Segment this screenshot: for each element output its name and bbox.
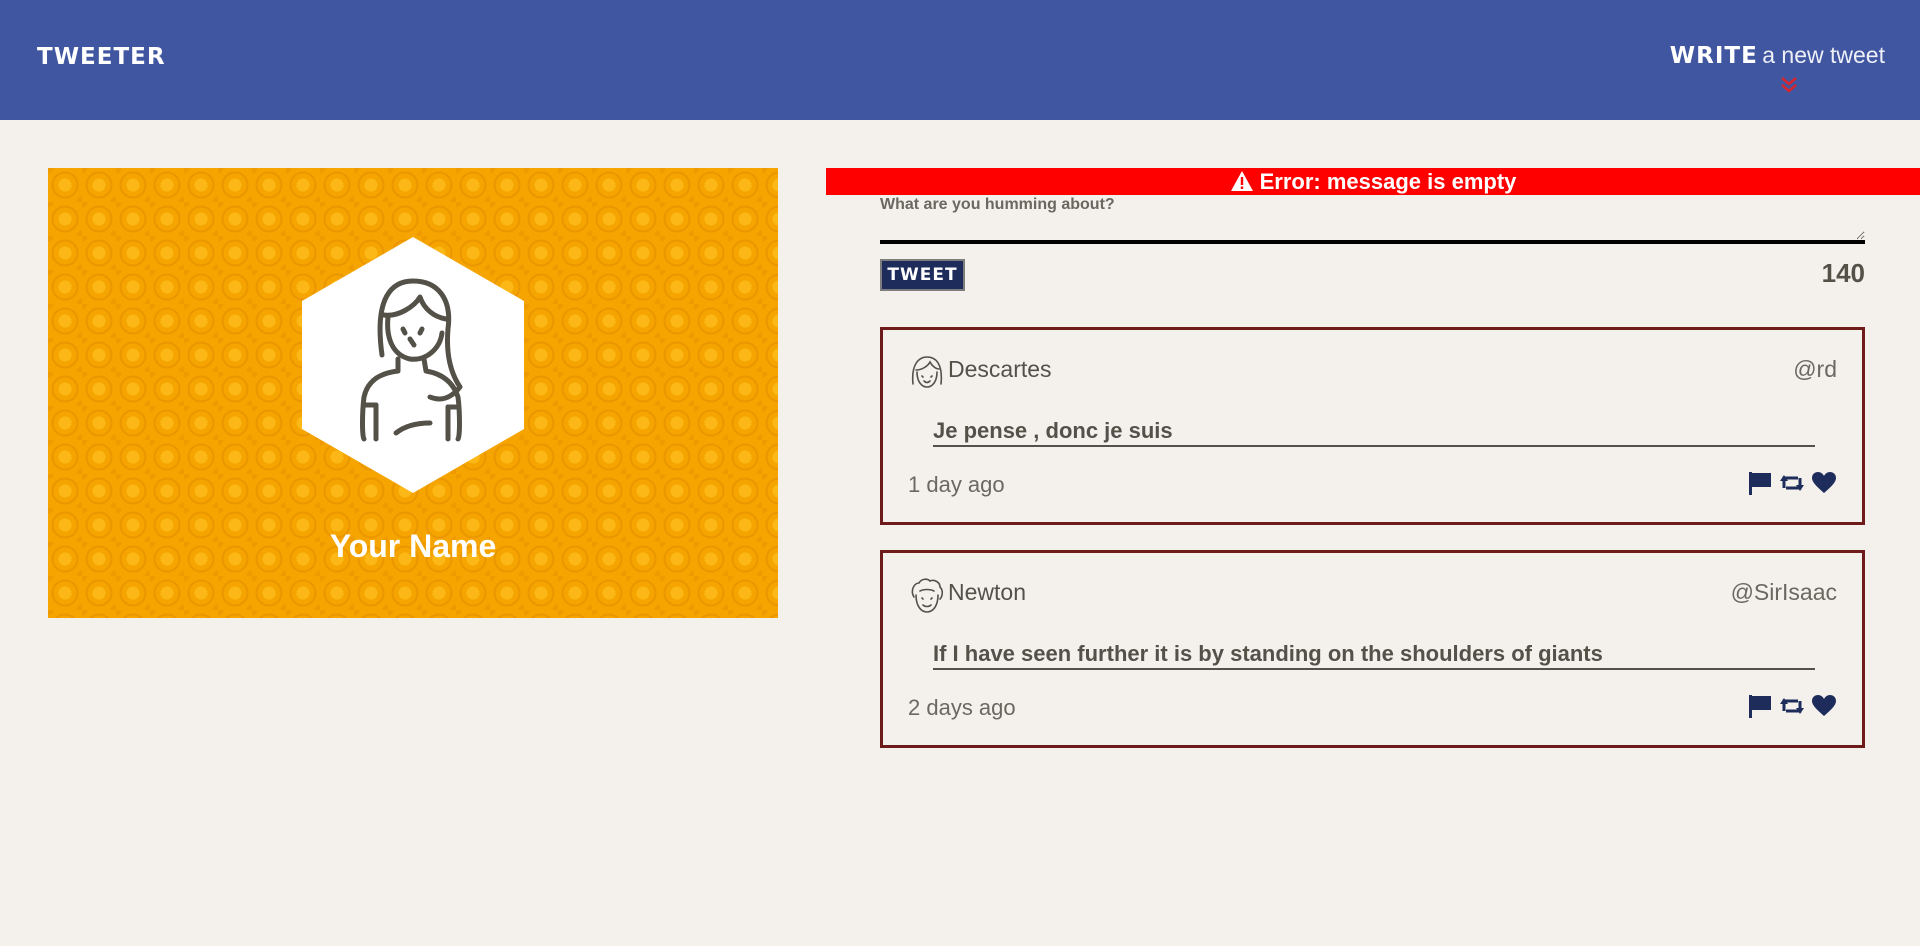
tweet-author: Newton bbox=[948, 579, 1026, 605]
retweet-icon[interactable] bbox=[1779, 693, 1805, 719]
tweet-handle: @SirIsaac bbox=[1730, 579, 1837, 605]
tweet-card: Descartes @rd Je pense , donc je suis 1 … bbox=[880, 327, 1865, 525]
tweet-button[interactable]: TWEET bbox=[880, 259, 965, 291]
double-chevron-down-icon[interactable] bbox=[1670, 76, 1885, 99]
warning-icon bbox=[1230, 171, 1253, 191]
tweet-card: Newton @SirIsaac If I have seen further … bbox=[880, 550, 1865, 748]
character-counter: 140 bbox=[1821, 258, 1865, 288]
tweet-content: Je pense , donc je suis bbox=[933, 418, 1815, 447]
tweet-actions bbox=[1747, 693, 1837, 719]
tweet-handle: @rd bbox=[1793, 356, 1837, 382]
error-message: Error: message is empty bbox=[1259, 169, 1517, 194]
tweet-compose-input[interactable] bbox=[880, 196, 1865, 244]
tweet-content: If I have seen further it is by standing… bbox=[933, 641, 1815, 670]
woman-avatar-icon bbox=[302, 237, 524, 493]
profile-name: Your Name bbox=[329, 528, 497, 564]
heart-icon[interactable] bbox=[1811, 693, 1837, 719]
heart-icon[interactable] bbox=[1811, 470, 1837, 496]
flag-icon[interactable] bbox=[1747, 693, 1773, 719]
tweet-actions bbox=[1747, 470, 1837, 496]
error-banner: Error: message is empty bbox=[826, 168, 1920, 195]
curly-hair-avatar-icon bbox=[911, 578, 944, 613]
write-label: WRITE bbox=[1669, 43, 1758, 69]
tweet-timestamp: 1 day ago bbox=[908, 472, 1005, 497]
new-tweet-label: a new tweet bbox=[1762, 42, 1885, 68]
tweet-author: Descartes bbox=[948, 356, 1052, 382]
retweet-icon[interactable] bbox=[1779, 470, 1805, 496]
write-tweet-toggle[interactable]: WRITE a new tweet bbox=[1669, 42, 1885, 93]
brand-logo[interactable]: TWEETER bbox=[37, 44, 166, 70]
girl-avatar-icon bbox=[911, 356, 943, 388]
flag-icon[interactable] bbox=[1747, 470, 1773, 496]
tweet-timestamp: 2 days ago bbox=[908, 695, 1016, 720]
profile-card: Your Name bbox=[48, 168, 778, 618]
top-navbar: TWEETER WRITE a new tweet bbox=[0, 0, 1920, 120]
